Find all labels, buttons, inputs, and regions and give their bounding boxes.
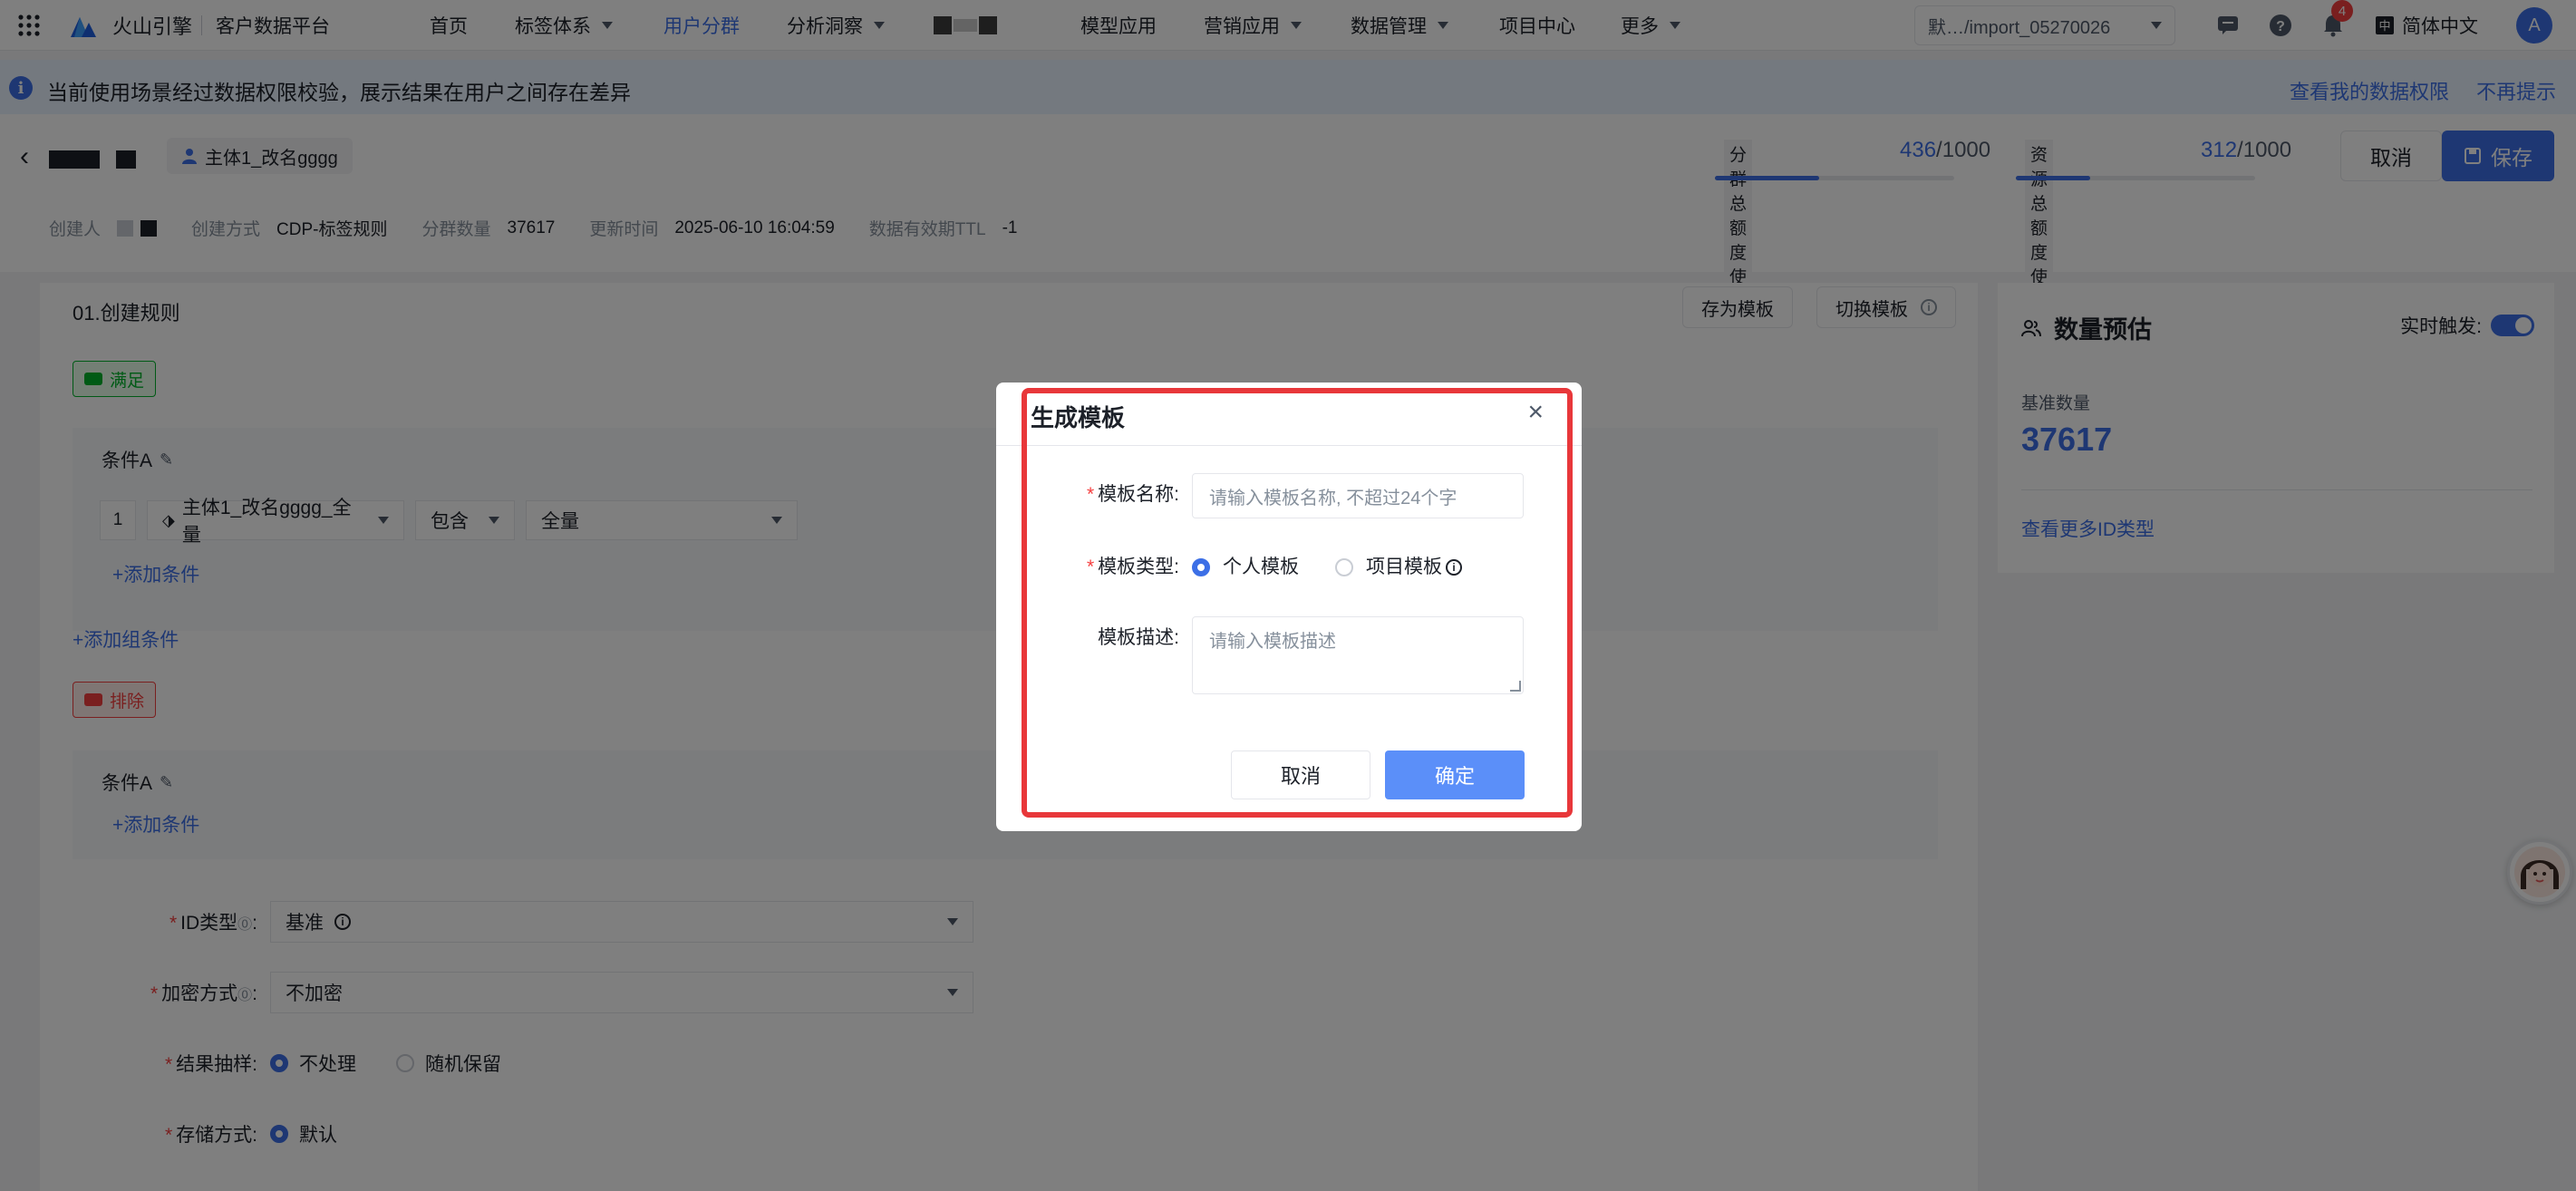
template-name-input[interactable]: 请输入模板名称, 不超过24个字 bbox=[1192, 473, 1524, 518]
dialog-title: 生成模板 bbox=[1031, 404, 1126, 431]
radio-unselected bbox=[1335, 558, 1353, 576]
template-type-row: * 模板类型: 个人模板 项目模板 i bbox=[996, 546, 1462, 589]
radio-selected bbox=[1192, 558, 1210, 576]
generate-template-dialog: 生成模板 × * 模板名称: 请输入模板名称, 不超过24个字 * 模板类型: 个人… bbox=[996, 382, 1582, 831]
resize-handle-icon[interactable] bbox=[1510, 681, 1521, 692]
dialog-cancel-button[interactable]: 取消 bbox=[1231, 750, 1370, 799]
template-desc-row: 模板描述: 请输入模板描述 bbox=[996, 616, 1524, 694]
template-desc-textarea[interactable]: 请输入模板描述 bbox=[1192, 616, 1524, 694]
template-name-row: * 模板名称: 请输入模板名称, 不超过24个字 bbox=[996, 473, 1524, 518]
dialog-header: 生成模板 × bbox=[996, 382, 1582, 446]
project-template-radio[interactable]: 项目模板 i bbox=[1335, 546, 1462, 589]
info-icon: i bbox=[1446, 559, 1462, 576]
personal-template-radio[interactable]: 个人模板 bbox=[1192, 546, 1299, 589]
dialog-confirm-button[interactable]: 确定 bbox=[1385, 750, 1525, 799]
close-icon[interactable]: × bbox=[1527, 397, 1544, 428]
